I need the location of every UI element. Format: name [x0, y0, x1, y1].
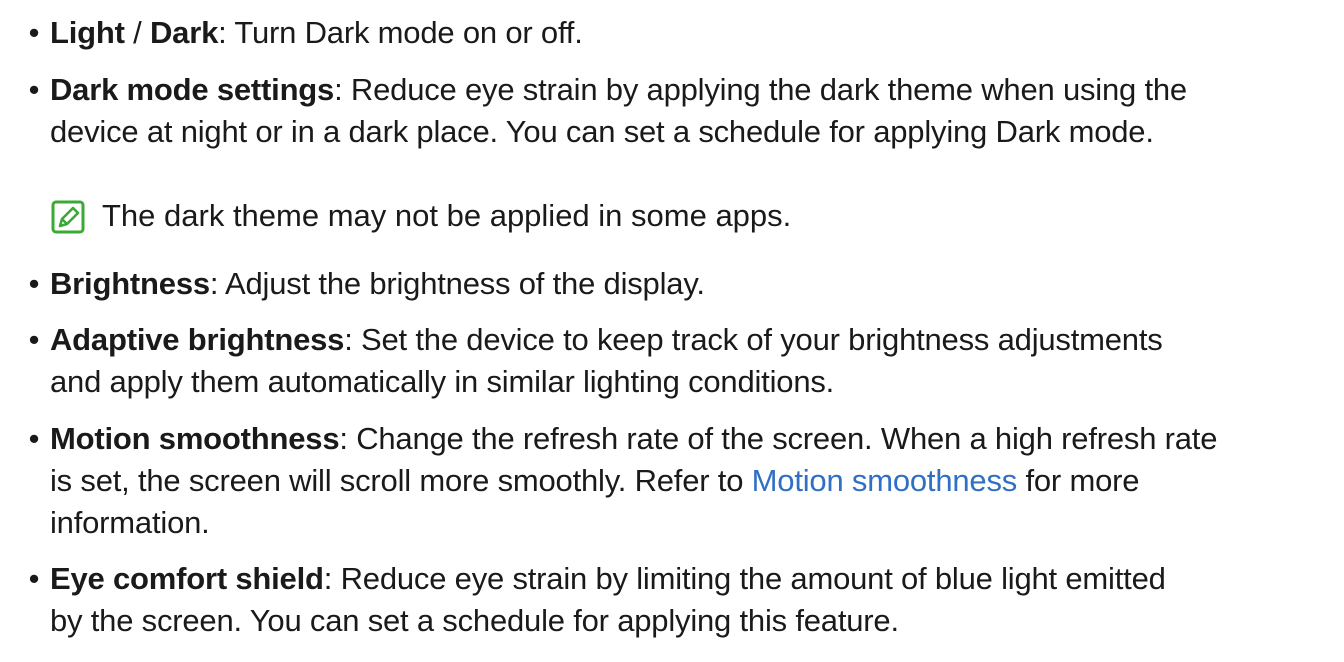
- term: Eye comfort shield: [50, 561, 324, 596]
- line-2: and apply them automatically in similar …: [50, 364, 835, 399]
- note-text: The dark theme may not be applied in som…: [102, 198, 792, 233]
- motion-smoothness-link[interactable]: Motion smoothness: [752, 463, 1018, 498]
- line-2: is set, the screen will scroll more smoo…: [50, 460, 1340, 502]
- bullet: •: [28, 72, 40, 107]
- list-item-text: Adaptive brightness: Set the device to k…: [50, 319, 1340, 403]
- list-item-motion-smoothness: • Motion smoothness: Change the refresh …: [0, 418, 1344, 544]
- term-light: Light: [50, 15, 125, 50]
- list-item-dark-mode-settings: • Dark mode settings: Reduce eye strain …: [0, 69, 1344, 153]
- description: is set, the screen will scroll more smoo…: [50, 463, 752, 498]
- bullet: •: [28, 421, 40, 456]
- description: : Turn Dark mode on or off.: [218, 15, 583, 50]
- list-item-eye-comfort-shield: • Eye comfort shield: Reduce eye strain …: [0, 558, 1344, 642]
- list-item-text: Motion smoothness: Change the refresh ra…: [50, 418, 1340, 544]
- list-item-text: Light / Dark: Turn Dark mode on or off.: [50, 12, 1340, 54]
- bullet: •: [28, 561, 40, 596]
- note-pencil-icon: [51, 200, 85, 234]
- description: : Change the refresh rate of the screen.…: [339, 421, 1218, 456]
- note: The dark theme may not be applied in som…: [50, 195, 1300, 239]
- line-1: Motion smoothness: Change the refresh ra…: [50, 418, 1340, 460]
- term: Dark mode settings: [50, 72, 335, 107]
- bullet: •: [28, 15, 40, 50]
- bullet: •: [28, 322, 40, 357]
- list-item-text: Dark mode settings: Reduce eye strain by…: [50, 69, 1340, 153]
- term: Adaptive brightness: [50, 322, 345, 357]
- list-item-text: Brightness: Adjust the brightness of the…: [50, 263, 1340, 305]
- term-dark: Dark: [150, 15, 219, 50]
- description: : Set the device to keep track of your b…: [344, 322, 1163, 357]
- term: Motion smoothness: [50, 421, 340, 456]
- line-3: information.: [50, 505, 210, 540]
- line-2: device at night or in a dark place. You …: [50, 114, 1154, 149]
- list-item-text: Eye comfort shield: Reduce eye strain by…: [50, 558, 1340, 642]
- line-1: Dark mode settings: Reduce eye strain by…: [50, 69, 1340, 111]
- description: : Reduce eye strain by limiting the amou…: [323, 561, 1166, 596]
- line-2: by the screen. You can set a schedule fo…: [50, 603, 899, 638]
- description: : Adjust the brightness of the display.: [209, 266, 705, 301]
- term: Brightness: [50, 266, 210, 301]
- line-1: Adaptive brightness: Set the device to k…: [50, 319, 1340, 361]
- description: : Reduce eye strain by applying the dark…: [334, 72, 1187, 107]
- line-1: Eye comfort shield: Reduce eye strain by…: [50, 558, 1340, 600]
- description: for more: [1017, 463, 1140, 498]
- list-item-adaptive-brightness: • Adaptive brightness: Set the device to…: [0, 319, 1344, 403]
- bullet: •: [28, 266, 40, 301]
- term-separator: /: [124, 15, 150, 50]
